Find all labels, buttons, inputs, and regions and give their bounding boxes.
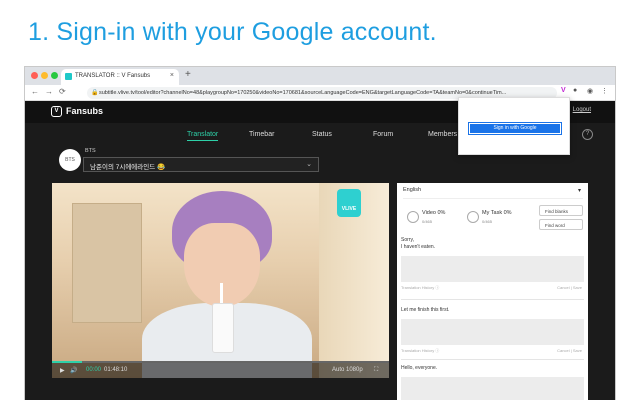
cancel-save-actions[interactable]: Cancel | Save [557, 285, 582, 290]
mytask-progress-count: 0/465 [482, 219, 493, 224]
source-line: Sorry, [401, 237, 414, 243]
extension-v-icon[interactable]: V [561, 87, 566, 94]
translation-input[interactable] [401, 377, 584, 400]
segment-meta: Translation History ⓘ Cancel | Save [401, 285, 584, 291]
google-signin-button[interactable]: Sign in with Google [468, 122, 562, 135]
new-tab-button[interactable]: + [185, 69, 191, 80]
subtitle-segment: Hello, everyone. [401, 365, 584, 400]
video-select[interactable]: 남준이의 7시에에라인드 😂 ⌄ [83, 157, 319, 172]
translation-input[interactable] [401, 319, 584, 345]
language-select[interactable]: English ▾ [403, 187, 583, 199]
logo-text: Fansubs [66, 106, 104, 116]
tab-status[interactable]: Status [312, 131, 332, 138]
total-time: 01:48:10 [104, 367, 128, 373]
tab-close-icon[interactable]: × [170, 72, 174, 79]
find-blanks-button[interactable]: Find blanks [539, 205, 583, 216]
minimize-window-button[interactable] [41, 72, 48, 79]
favicon-icon [65, 73, 72, 80]
site-logo[interactable]: V Fansubs [51, 106, 104, 118]
extension-icon[interactable]: ● [573, 87, 577, 94]
menu-kebab-icon[interactable]: ⋮ [601, 87, 608, 95]
translation-history-link[interactable]: Translation History ⓘ [401, 285, 439, 290]
signin-popup: Sign in with Google [458, 97, 570, 155]
video-progress-label: Video 0% [422, 210, 446, 216]
divider [401, 359, 584, 360]
back-icon[interactable]: ← [31, 87, 39, 96]
volume-icon[interactable]: 🔊 [70, 367, 77, 374]
maximize-window-button[interactable] [51, 72, 58, 79]
channel-avatar[interactable]: BTS [59, 149, 81, 171]
play-icon[interactable]: ▶ [60, 367, 65, 374]
headline: 1. Sign-in with your Google account. [28, 18, 437, 46]
source-line: Hello, everyone. [401, 365, 438, 371]
subtitle-panel: English ▾ Video 0% 0/465 My Task 0% 0/46… [397, 183, 588, 400]
video-player[interactable]: VLIVE ▶ 🔊 00:00 01:48:10 Auto 1080p ⛶ [52, 183, 389, 378]
divider [401, 299, 584, 300]
url-text: subtitle.vlive.tv/tool/editor?channelNo=… [99, 90, 507, 96]
translation-history-link[interactable]: Translation History ⓘ [401, 348, 439, 353]
vlive-watermark: VLIVE [337, 189, 361, 217]
video-progress-ring-icon [407, 211, 419, 223]
video-title: 남준이의 7시에에라인드 😂 [90, 164, 166, 171]
mytask-progress-label: My Task 0% [482, 210, 512, 216]
language-value: English [403, 187, 422, 193]
subtitle-segment: Sorry, I haven't eaten. Translation Hist… [401, 237, 584, 291]
find-word-button[interactable]: Find word [539, 219, 583, 230]
chevron-down-icon: ▾ [577, 188, 581, 194]
channel-name: BTS [85, 148, 96, 154]
browser-tab[interactable]: TRANSLATOR :: V Fansubs × [61, 69, 179, 85]
player-controls: ▶ 🔊 00:00 01:48:10 Auto 1080p ⛶ [52, 363, 389, 378]
source-line: I haven't eaten. [401, 244, 436, 250]
current-time: 00:00 [86, 367, 102, 373]
find-blanks-label: Find blanks [545, 208, 569, 214]
video-progress-count: 0/465 [422, 219, 433, 224]
source-line: Let me finish this first. [401, 307, 450, 313]
chevron-down-icon: ⌄ [306, 161, 312, 168]
find-word-label: Find word [545, 222, 565, 228]
tab-members[interactable]: Members [428, 131, 457, 138]
quality-setting[interactable]: Auto 1080p [332, 367, 363, 373]
fullscreen-icon[interactable]: ⛶ [374, 367, 378, 374]
profile-icon[interactable]: ◉ [587, 87, 593, 95]
tab-forum[interactable]: Forum [373, 131, 393, 138]
translation-input[interactable] [401, 256, 584, 282]
cancel-save-actions[interactable]: Cancel | Save [557, 348, 582, 353]
close-window-button[interactable] [31, 72, 38, 79]
mytask-progress-ring-icon [467, 211, 479, 223]
reload-icon[interactable]: ⟳ [59, 87, 66, 96]
background-shelf [72, 203, 142, 323]
logout-link[interactable]: Logout [573, 107, 591, 113]
lock-icon: 🔒 [91, 90, 99, 96]
segment-meta: Translation History ⓘ Cancel | Save [401, 348, 584, 354]
tab-bar: TRANSLATOR :: V Fansubs × + [25, 67, 615, 85]
tab-timebar[interactable]: Timebar [249, 131, 274, 138]
tab-title: TRANSLATOR :: V Fansubs [75, 73, 151, 79]
browser-window: TRANSLATOR :: V Fansubs × + ← → ⟳ 🔒 subt… [24, 66, 616, 400]
tab-translator[interactable]: Translator [187, 131, 219, 141]
forward-icon[interactable]: → [45, 87, 53, 96]
v-logo-icon: V [51, 106, 62, 118]
cup [212, 303, 234, 353]
help-icon[interactable]: ? [582, 129, 593, 140]
subtitle-segment: Let me finish this first. Translation Hi… [401, 307, 584, 354]
